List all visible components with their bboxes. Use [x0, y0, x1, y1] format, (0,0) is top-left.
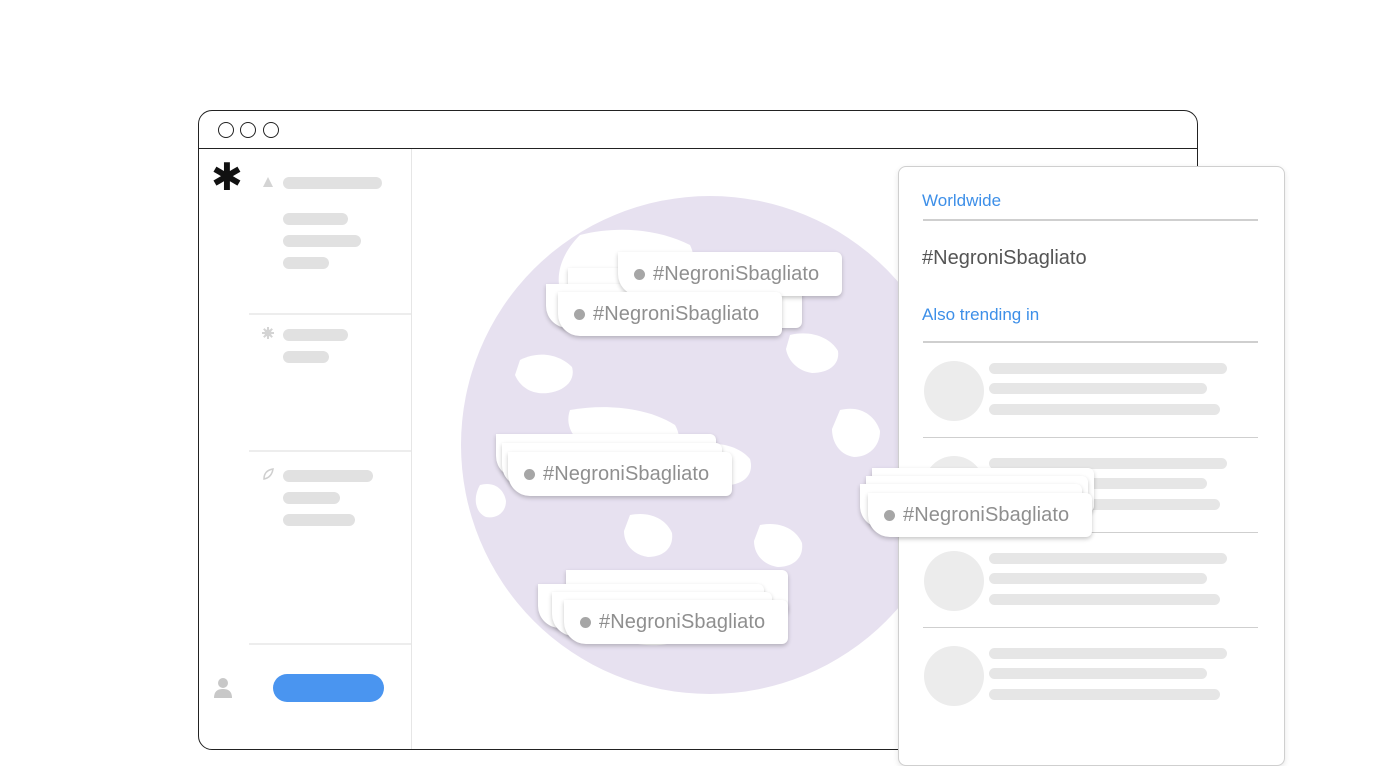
window-maximize-button[interactable]	[263, 122, 279, 138]
primary-action-button[interactable]	[273, 674, 384, 702]
trend-dot-icon	[580, 616, 591, 628]
avatar	[924, 361, 984, 421]
trend-tag-text: #NegroniSbagliato	[599, 610, 766, 633]
panel-divider	[923, 219, 1258, 221]
sidebar-skeleton-line	[283, 492, 340, 504]
trend-tag-card[interactable]: #NegroniSbagliato	[618, 252, 842, 296]
sidebar-skeleton-line	[283, 177, 382, 189]
trend-title: #NegroniSbagliato	[922, 247, 1087, 269]
sidebar-section-3	[249, 450, 411, 645]
avatar	[924, 551, 984, 611]
worldwide-label[interactable]: Worldwide	[922, 191, 1001, 211]
trend-tag-text: #NegroniSbagliato	[903, 503, 1070, 526]
app-rail: ✱	[199, 149, 250, 749]
window-minimize-button[interactable]	[240, 122, 256, 138]
window-close-button[interactable]	[218, 122, 234, 138]
sidebar-section-1	[249, 149, 411, 315]
skeleton-line	[989, 689, 1220, 700]
sidebar-section-2	[249, 313, 411, 452]
list-item[interactable]	[923, 343, 1258, 438]
trend-dot-icon	[884, 509, 895, 521]
skeleton-line	[989, 648, 1227, 659]
skeleton-line	[989, 573, 1207, 584]
skeleton-line	[989, 553, 1227, 564]
sidebar-skeleton-line	[283, 235, 361, 247]
trend-dot-icon	[634, 268, 645, 280]
skeleton-line	[989, 594, 1220, 605]
sidebar-skeleton-line	[283, 470, 373, 482]
asterisk-icon[interactable]: ✱	[211, 159, 243, 197]
also-trending-label[interactable]: Also trending in	[922, 305, 1039, 325]
trend-tag-card[interactable]: #NegroniSbagliato	[564, 600, 788, 644]
sidebar-skeleton-line	[283, 351, 329, 363]
gear-icon	[262, 327, 274, 339]
user-icon[interactable]	[213, 677, 233, 699]
trend-tag-text: #NegroniSbagliato	[593, 302, 760, 325]
trend-tag-text: #NegroniSbagliato	[653, 262, 820, 285]
trend-tag-card[interactable]: #NegroniSbagliato	[558, 292, 782, 336]
sidebar-skeleton-line	[283, 213, 348, 225]
window-titlebar	[199, 111, 1197, 149]
list-item[interactable]	[923, 533, 1258, 628]
sidebar	[249, 149, 412, 749]
triangle-icon	[263, 177, 273, 187]
sidebar-skeleton-line	[283, 329, 348, 341]
trend-tag-card[interactable]: #NegroniSbagliato	[868, 493, 1092, 537]
trend-dot-icon	[574, 308, 585, 320]
list-item[interactable]	[923, 628, 1258, 723]
trend-tag-text: #NegroniSbagliato	[543, 462, 710, 485]
skeleton-line	[989, 404, 1220, 415]
sidebar-skeleton-line	[283, 514, 355, 526]
skeleton-line	[989, 383, 1207, 394]
skeleton-line	[989, 363, 1227, 374]
trend-dot-icon	[524, 468, 535, 480]
avatar	[924, 646, 984, 706]
sidebar-skeleton-line	[283, 257, 329, 269]
trend-tag-card[interactable]: #NegroniSbagliato	[508, 452, 732, 496]
leaf-icon	[263, 468, 274, 480]
skeleton-line	[989, 668, 1207, 679]
trending-panel: Worldwide #NegroniSbagliato Also trendin…	[898, 166, 1285, 766]
